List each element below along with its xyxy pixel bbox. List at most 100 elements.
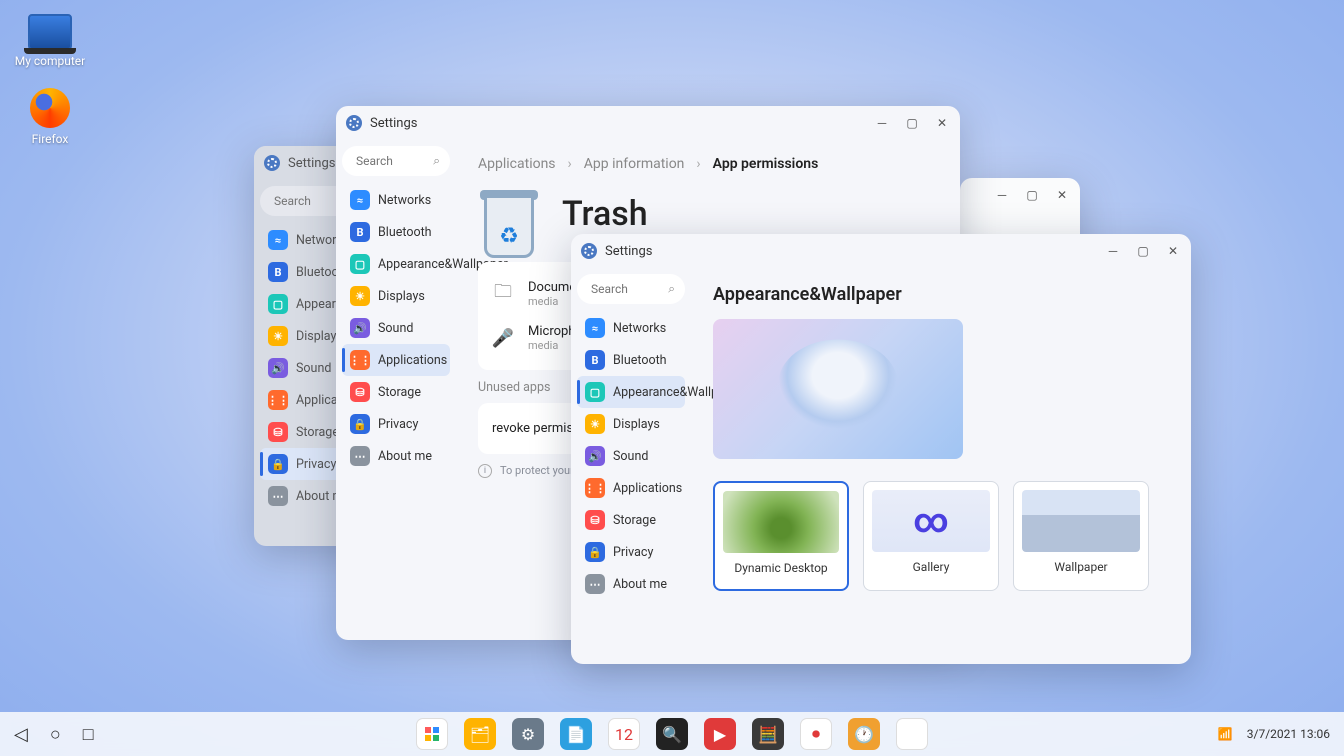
sidebar-item-label: Networks: [378, 193, 431, 208]
window-title: Settings: [605, 244, 652, 259]
wallpaper-preview[interactable]: [713, 319, 963, 459]
sidebar-item-networks[interactable]: ≈ Networks: [342, 184, 450, 216]
desktop-icon-computer[interactable]: My computer: [10, 14, 90, 68]
sidebar-item-networks[interactable]: ≈Networks: [577, 312, 685, 344]
nav-icon: ≈: [350, 190, 370, 210]
titlebar[interactable]: Settings ─ ▢ ✕: [571, 234, 1191, 268]
sidebar-item-label: Bluetooth: [613, 353, 667, 368]
sidebar-item-label: Sound: [613, 449, 648, 464]
nav-icon: B: [268, 262, 288, 282]
search-app-icon[interactable]: 🔍: [656, 718, 688, 750]
tile-label: Gallery: [872, 560, 990, 580]
firefox-icon: [30, 88, 70, 128]
window-controls: ─ ▢ ✕: [994, 187, 1070, 203]
nav-icon: ≈: [585, 318, 605, 338]
minimize-button[interactable]: ─: [874, 115, 890, 131]
crumb-app-info[interactable]: App information: [584, 156, 685, 172]
clock-text[interactable]: 3/7/2021 13:06: [1247, 727, 1330, 741]
nav-icon: 🔒: [268, 454, 288, 474]
sidebar-item-bluetooth[interactable]: BBluetooth: [342, 216, 450, 248]
calendar-icon[interactable]: 12: [608, 718, 640, 750]
close-button[interactable]: ✕: [1054, 187, 1070, 203]
sidebar-item-applications[interactable]: ⋮⋮Applications: [342, 344, 450, 376]
sidebar-item-sound[interactable]: 🔊 Sound: [342, 312, 450, 344]
sidebar-item-storage[interactable]: ⛁Storage: [577, 504, 685, 536]
sidebar-item-appearance-wallpaper[interactable]: ▢Appearance&Wallpaper: [342, 248, 450, 280]
nav-icon: ⋯: [350, 446, 370, 466]
nav-icon: ⋯: [268, 486, 288, 506]
desktop-icon-label: My computer: [10, 54, 90, 68]
files-icon[interactable]: 🗂: [464, 718, 496, 750]
sidebar-item-privacy[interactable]: 🔒Privacy: [577, 536, 685, 568]
breadcrumb: Applications › App information › App per…: [478, 156, 938, 172]
tile-label: Dynamic Desktop: [723, 561, 839, 581]
recorder-icon[interactable]: ⏺: [800, 718, 832, 750]
window-title: Settings: [370, 116, 417, 131]
content-pane: Appearance&Wallpaper Dynamic Desktop Gal…: [691, 268, 1191, 664]
sidebar-item-label: Displays: [613, 417, 660, 432]
sidebar-item-label: Bluetooth: [378, 225, 432, 240]
sidebar-item-displays[interactable]: ☀Displays: [342, 280, 450, 312]
search-icon: ⌕: [668, 282, 675, 297]
clock-icon[interactable]: 🕐: [848, 718, 880, 750]
photos-icon[interactable]: ✦: [896, 718, 928, 750]
close-button[interactable]: ✕: [934, 115, 950, 131]
computer-icon: [28, 14, 72, 50]
sidebar-item-bluetooth[interactable]: BBluetooth: [577, 344, 685, 376]
sidebar-item-displays[interactable]: ☀ Displays: [577, 408, 685, 440]
maximize-button[interactable]: ▢: [904, 115, 920, 131]
crumb-applications[interactable]: Applications: [478, 156, 556, 172]
nav-icon: ⋯: [585, 574, 605, 594]
settings-window-appearance[interactable]: Settings ─ ▢ ✕ ⌕ ≈NetworksBBluetooth▢App…: [571, 234, 1191, 664]
desktop-icon-label: Firefox: [10, 132, 90, 146]
calculator-icon[interactable]: 🧮: [752, 718, 784, 750]
nav-icon: 🔊: [585, 446, 605, 466]
tile-wallpaper[interactable]: Wallpaper: [1013, 481, 1149, 591]
maximize-button[interactable]: ▢: [1135, 243, 1151, 259]
sidebar-item-about-me[interactable]: ⋯About me: [577, 568, 685, 600]
nav-icon: 🔊: [350, 318, 370, 338]
recent-button[interactable]: □: [83, 724, 94, 745]
home-button[interactable]: ○: [50, 724, 61, 745]
folder-icon: 🗀: [492, 283, 514, 305]
close-button[interactable]: ✕: [1165, 243, 1181, 259]
sidebar-item-about-me[interactable]: ⋯About me: [342, 440, 450, 472]
sidebar-item-label: Sound: [296, 361, 331, 376]
sidebar-item-label: Sound: [378, 321, 413, 336]
taskbar: ◁ ○ □ 🗂 ⚙ 📄 12 🔍 ▶ 🧮 ⏺ 🕐 ✦ 📶 3/7/2021 13…: [0, 712, 1344, 756]
tile-dynamic-desktop[interactable]: Dynamic Desktop: [713, 481, 849, 591]
window-controls: ─ ▢ ✕: [1105, 243, 1181, 259]
page-title: Trash: [562, 194, 648, 234]
minimize-button[interactable]: ─: [1105, 243, 1121, 259]
taskbar-apps: 🗂 ⚙ 📄 12 🔍 ▶ 🧮 ⏺ 🕐 ✦: [416, 718, 928, 750]
wallpaper-tiles: Dynamic Desktop Gallery Wallpaper: [713, 481, 1169, 591]
gear-icon: [346, 115, 362, 131]
sidebar-item-storage[interactable]: ⛁Storage: [342, 376, 450, 408]
desktop-icon-firefox[interactable]: Firefox: [10, 88, 90, 146]
sidebar-item-label: Applications: [613, 481, 682, 496]
sidebar-item-privacy[interactable]: 🔒Privacy: [342, 408, 450, 440]
sidebar-item-label: Privacy: [613, 545, 653, 560]
sidebar-item-applications[interactable]: ⋮⋮Applications: [577, 472, 685, 504]
nav-icon: 🔒: [350, 414, 370, 434]
wps-icon[interactable]: 📄: [560, 718, 592, 750]
wifi-icon[interactable]: 📶: [1218, 727, 1233, 741]
settings-icon[interactable]: ⚙: [512, 718, 544, 750]
maximize-button[interactable]: ▢: [1024, 187, 1040, 203]
tile-gallery[interactable]: Gallery: [863, 481, 999, 591]
sidebar-item-label: Applications: [378, 353, 447, 368]
titlebar[interactable]: Settings ─ ▢ ✕: [336, 106, 960, 140]
launcher-icon[interactable]: [416, 718, 448, 750]
back-button[interactable]: ◁: [14, 724, 28, 745]
chevron-right-icon: ›: [696, 156, 700, 172]
sidebar-item-label: Storage: [296, 425, 339, 440]
crumb-current: App permissions: [713, 156, 819, 172]
sidebar: ⌕ ≈NetworksBBluetooth▢Appearance&Wallpap…: [571, 268, 691, 664]
titlebar[interactable]: ─ ▢ ✕: [960, 178, 1080, 212]
minimize-button[interactable]: ─: [994, 187, 1010, 203]
sidebar-item-sound[interactable]: 🔊 Sound: [577, 440, 685, 472]
gear-icon: [264, 155, 280, 171]
video-icon[interactable]: ▶: [704, 718, 736, 750]
sidebar-item-appearance-wallpaper[interactable]: ▢Appearance&Wallpaper: [577, 376, 685, 408]
nav-icon: ☀: [585, 414, 605, 434]
